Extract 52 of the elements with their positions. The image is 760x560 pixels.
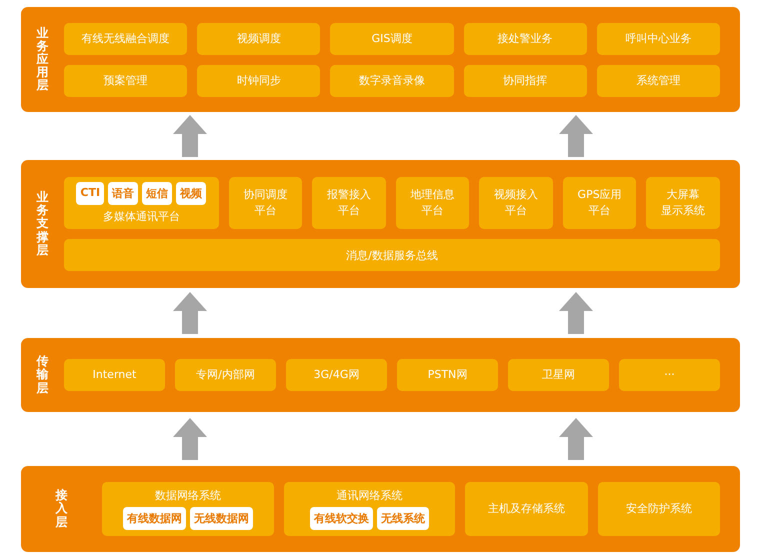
module-label: 平台: [338, 203, 360, 219]
module-label: 专网/内部网: [196, 367, 255, 383]
sub-module-chip: 视频: [176, 182, 206, 205]
module-label: 时钟同步: [236, 72, 281, 88]
up-arrow-icon: [559, 292, 593, 334]
layer-label: 接入层: [56, 489, 68, 529]
up-arrow-icon: [559, 115, 593, 157]
sub-module-chip: CTI: [76, 182, 104, 205]
module-label: 显示系统: [661, 203, 706, 219]
up-arrow-icon: [173, 115, 207, 157]
module-label: 平台: [505, 203, 528, 219]
module-label: 平台: [421, 203, 444, 219]
module-label: 系统管理: [636, 72, 680, 88]
up-arrow-icon: [559, 418, 593, 460]
layer-label: 业务应用层: [36, 26, 48, 92]
module-label: 3G/4G网: [314, 367, 360, 383]
sub-module-chip: 语音: [108, 182, 138, 205]
module-label: 平台: [254, 203, 276, 219]
group-caption: 多媒体通讯平台: [102, 209, 180, 224]
module-label: 协同调度: [243, 187, 288, 203]
sub-module-chip: 短信: [142, 182, 172, 205]
module-label: 视频接入: [494, 187, 538, 203]
module-label: PSTN网: [428, 367, 468, 383]
module-label: 大屏幕: [666, 187, 700, 203]
module-label: Internet: [92, 367, 136, 383]
module-label: ···: [664, 367, 675, 383]
group-caption: 数据网络系统: [154, 488, 221, 503]
module-label: 地理信息: [410, 187, 454, 203]
module-label: 呼叫中心业务: [625, 30, 692, 46]
module-label: 报警接入: [326, 187, 371, 203]
sub-module-chip: 无线数据网: [190, 507, 253, 530]
module-label: 有线无线融合调度: [82, 30, 170, 46]
layer-label: 传输层: [36, 355, 48, 395]
module-label: 卫星网: [542, 367, 575, 383]
sub-module-chip: 无线系统: [376, 507, 429, 530]
module-label: 平台: [588, 203, 611, 219]
module-label: 数字录音录像: [359, 72, 425, 88]
service-bus: 消息/数据服务总线: [64, 239, 720, 271]
module-label: 协同指挥: [503, 72, 548, 88]
module-label: 主机及存储系统: [488, 501, 565, 517]
module-label: GPS应用: [578, 187, 622, 203]
module-label: 预案管理: [104, 72, 148, 88]
module-label: 接处警业务: [498, 30, 553, 46]
sub-module-chip: 有线软交换: [310, 507, 373, 530]
module-label: 安全防护系统: [626, 501, 692, 517]
group-caption: 通讯网络系统: [336, 488, 402, 503]
up-arrow-icon: [173, 292, 207, 334]
layer-label: 业务支撑层: [36, 191, 48, 257]
module-label: 视频调度: [236, 30, 281, 46]
module-label: GIS调度: [372, 30, 412, 46]
sub-module-chip: 有线数据网: [122, 507, 186, 530]
up-arrow-icon: [173, 418, 207, 460]
